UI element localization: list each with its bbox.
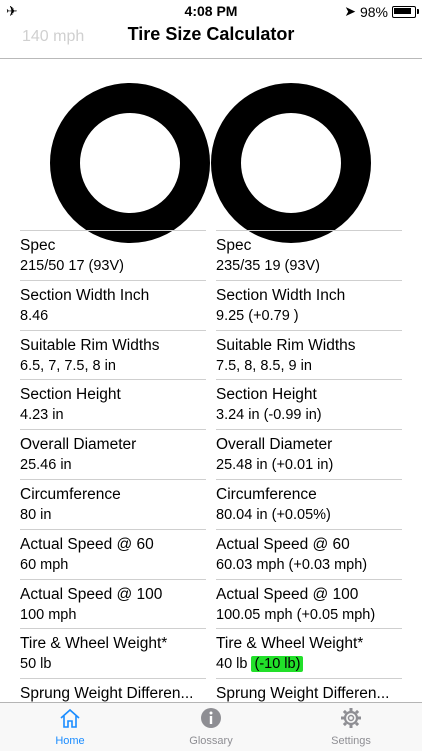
row-label: Suitable Rim Widths — [216, 336, 356, 354]
row-label: Section Width Inch — [216, 286, 346, 304]
row-value: 40 lb (-10 lb) — [216, 655, 402, 674]
tire-right-icon — [211, 83, 371, 243]
row-label: Section Height — [216, 386, 317, 404]
row-label: Sprung Weight Differen... — [216, 685, 390, 703]
row-label: Actual Speed @ 100 — [20, 585, 163, 603]
list-item: Overall Diameter 25.46 in — [20, 429, 206, 479]
tab-glossary[interactable]: Glossary — [161, 707, 261, 747]
list-item: Tire & Wheel Weight* 40 lb (-10 lb) — [216, 628, 402, 678]
row-value: 4.23 in — [20, 407, 64, 424]
home-icon — [20, 707, 120, 731]
row-value: 50 lb — [20, 656, 52, 673]
list-item: Section Width Inch 9.25 (+0.79 ) — [216, 279, 402, 330]
tire-left-icon — [50, 83, 210, 243]
weight-value: 40 lb — [216, 656, 248, 673]
row-value: 235/35 19 (93V) — [216, 258, 320, 274]
left-tire-column: Spec 215/50 17 (93V) Section Width Inch … — [20, 230, 206, 728]
tab-home[interactable]: Home — [20, 707, 120, 747]
tab-settings-label: Settings — [331, 735, 371, 747]
row-label: Overall Diameter — [216, 436, 333, 454]
row-value: 80.04 in (+0.05%) — [216, 506, 331, 523]
row-value: 25.48 in (+0.01 in) — [216, 457, 334, 474]
tab-home-label: Home — [55, 735, 85, 747]
tab-settings[interactable]: Settings — [301, 707, 401, 747]
row-value: 60.03 mph (+0.03 mph) — [216, 556, 368, 573]
row-label: Overall Diameter — [20, 436, 137, 454]
row-label: Section Width Inch — [20, 286, 150, 304]
row-label: Sprung Weight Differen... — [20, 685, 194, 703]
row-label: Actual Speed @ 60 — [216, 535, 350, 553]
gear-icon — [301, 707, 401, 731]
row-value: 60 mph — [20, 556, 69, 573]
row-value: 25.46 in — [20, 457, 72, 474]
info-icon — [161, 707, 261, 731]
list-item: Spec 235/35 19 (93V) — [216, 230, 402, 280]
row-label: Tire & Wheel Weight* — [216, 635, 364, 653]
tab-glossary-label: Glossary — [189, 735, 233, 747]
weight-diff-badge: (-10 lb) — [251, 656, 304, 673]
row-label: Circumference — [216, 485, 317, 503]
list-item: Section Width Inch 8.46 — [20, 279, 206, 330]
list-item: Actual Speed @ 100 100 mph — [20, 578, 206, 629]
list-item: Circumference 80.04 in (+0.05%) — [216, 478, 402, 529]
list-item: Section Height 4.23 in — [20, 379, 206, 429]
row-value: 80 in — [20, 506, 52, 523]
row-value: 100 mph — [20, 606, 77, 623]
row-label: Tire & Wheel Weight* — [20, 635, 168, 653]
row-value: 7.5, 8, 8.5, 9 in — [216, 357, 312, 374]
row-value: 3.24 in (-0.99 in) — [216, 407, 322, 424]
row-label: Circumference — [20, 485, 121, 503]
row-label: Actual Speed @ 60 — [20, 535, 154, 553]
row-label: Spec — [20, 237, 56, 254]
row-value: 100.05 mph (+0.05 mph) — [216, 606, 376, 623]
row-label: Actual Speed @ 100 — [216, 585, 359, 603]
list-item: Tire & Wheel Weight* 50 lb — [20, 628, 206, 678]
right-tire-column: Spec 235/35 19 (93V) Section Width Inch … — [216, 230, 402, 728]
row-value: 8.46 — [20, 307, 49, 324]
row-value: 215/50 17 (93V) — [20, 258, 124, 274]
row-label: Section Height — [20, 386, 121, 404]
list-item: Section Height 3.24 in (-0.99 in) — [216, 379, 402, 429]
page-title: Tire Size Calculator — [127, 24, 295, 44]
tire-comparison-graphic — [0, 60, 422, 243]
row-label: Spec — [216, 237, 252, 254]
list-item: Actual Speed @ 60 60 mph — [20, 528, 206, 579]
navigation-bar: 140 mph Tire Size Calculator — [0, 18, 422, 58]
list-item: Spec 215/50 17 (93V) — [20, 230, 206, 280]
list-item: Actual Speed @ 100 100.05 mph (+0.05 mph… — [216, 578, 402, 629]
row-value: 6.5, 7, 7.5, 8 in — [20, 357, 116, 374]
row-value: 9.25 (+0.79 ) — [216, 307, 299, 324]
list-item: Overall Diameter 25.48 in (+0.01 in) — [216, 429, 402, 479]
list-item: Suitable Rim Widths 7.5, 8, 8.5, 9 in — [216, 329, 402, 380]
nav-divider — [0, 58, 422, 59]
list-item: Circumference 80 in — [20, 478, 206, 529]
battery-icon — [392, 5, 419, 18]
list-item: Suitable Rim Widths 6.5, 7, 7.5, 8 in — [20, 329, 206, 380]
row-label: Suitable Rim Widths — [20, 336, 160, 354]
list-item: Actual Speed @ 60 60.03 mph (+0.03 mph) — [216, 528, 402, 579]
tab-bar: Home Glossary Settings — [0, 702, 422, 751]
